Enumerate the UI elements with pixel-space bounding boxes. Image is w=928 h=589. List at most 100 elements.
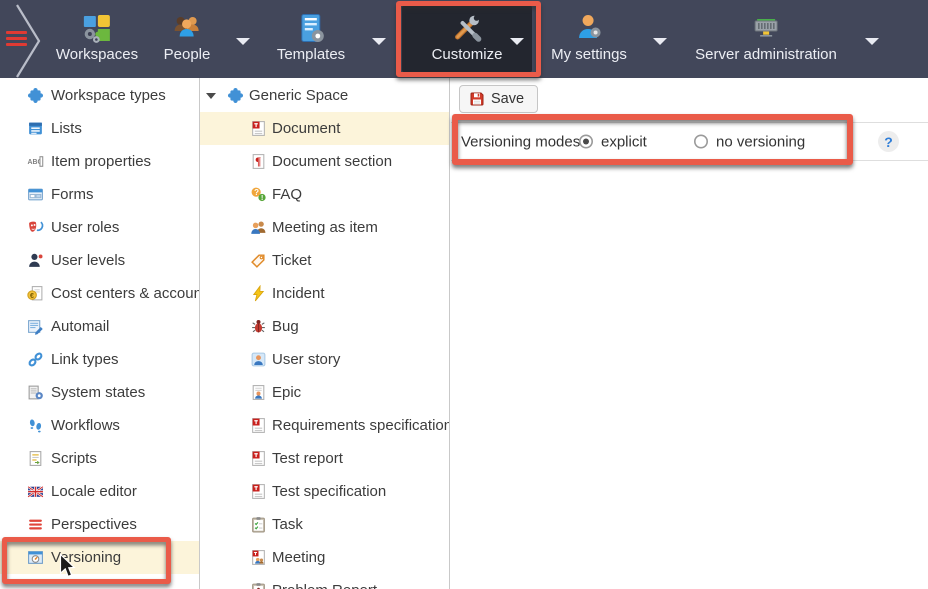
nav-item-templates[interactable]: Templates	[277, 0, 345, 78]
versioning-icon	[27, 549, 44, 566]
tree-item-label: Document section	[272, 153, 392, 170]
tree-collapse-arrow-icon[interactable]	[206, 93, 216, 99]
versioning-modes-label: Versioning modes:	[461, 133, 584, 150]
sidebar-item-locale-editor[interactable]: Locale editor	[0, 475, 199, 508]
meeting-icon	[250, 549, 267, 566]
sidebar-item-item-properties[interactable]: ABC Item properties	[0, 145, 199, 178]
sidebar-item-label: User levels	[51, 252, 125, 269]
sidebar-item-workspace-types[interactable]: Workspace types	[0, 79, 199, 112]
application-window: Workspaces People Templates Customize My set…	[0, 0, 928, 589]
locale-editor-icon	[27, 483, 44, 500]
tree-item-document[interactable]: Document	[200, 112, 449, 145]
radio-no-versioning[interactable]: no versioning	[693, 133, 805, 150]
tree-item-label: Problem Report	[272, 582, 377, 589]
tree-item-ticket[interactable]: Ticket	[200, 244, 449, 277]
sidebar-item-link-types[interactable]: Link types	[0, 343, 199, 376]
sidebar-item-label: Workflows	[51, 417, 120, 434]
ticket-icon	[250, 252, 267, 269]
sidebar-item-workflows[interactable]: Workflows	[0, 409, 199, 442]
epic-icon	[250, 384, 267, 401]
nav-item-my-settings[interactable]: My settings	[551, 0, 627, 78]
workflows-icon	[27, 417, 44, 434]
tree-item-label: Meeting	[272, 549, 325, 566]
system-states-icon	[27, 384, 44, 401]
sidebar-item-scripts[interactable]: Scripts	[0, 442, 199, 475]
people-icon	[171, 11, 203, 44]
radio-selected-icon	[578, 134, 594, 150]
tree-item-label: Meeting as item	[272, 219, 378, 236]
customize-icon	[451, 11, 483, 44]
tree-item-meeting[interactable]: Meeting	[200, 541, 449, 574]
tree-root-generic-space[interactable]: Generic Space	[200, 79, 449, 112]
nav-item-people[interactable]: People	[164, 0, 211, 78]
nav-item-server-administration[interactable]: Server administration	[695, 0, 837, 78]
sidebar-item-forms[interactable]: Forms	[0, 178, 199, 211]
dropdown-arrow-icon[interactable]	[865, 38, 879, 45]
sidebar-item-label: Perspectives	[51, 516, 137, 533]
tree-item-label: Incident	[272, 285, 325, 302]
dropdown-arrow-icon[interactable]	[510, 38, 524, 45]
content-panel: Save Versioning modes: ? explicit no vers…	[451, 78, 928, 589]
sidebar-item-cost-centers-account[interactable]: €Cost centers & account	[0, 277, 199, 310]
tree-item-bug[interactable]: Bug	[200, 310, 449, 343]
radio-explicit[interactable]: explicit	[578, 133, 647, 150]
incident-icon	[250, 285, 267, 302]
sidebar-item-user-roles[interactable]: User roles	[0, 211, 199, 244]
sidebar-item-label: Versioning	[51, 549, 121, 566]
sidebar-item-label: User roles	[51, 219, 119, 236]
tree-item-faq[interactable]: ?!FAQ	[200, 178, 449, 211]
help-icon[interactable]: ?	[878, 131, 899, 152]
server-administration-icon	[750, 11, 782, 44]
sidebar-item-lists[interactable]: Lists	[0, 112, 199, 145]
save-button[interactable]: Save	[459, 85, 538, 113]
save-button-label: Save	[491, 91, 524, 107]
dropdown-arrow-icon[interactable]	[372, 38, 386, 45]
tree-item-requirements-specification[interactable]: Requirements specification	[200, 409, 449, 442]
link-types-icon	[27, 351, 44, 368]
tree-item-meeting-as-item[interactable]: Meeting as item	[200, 211, 449, 244]
tree-item-task[interactable]: Task	[200, 508, 449, 541]
lists-icon	[27, 120, 44, 137]
item-properties-icon: ABC	[27, 153, 44, 170]
nav-item-label: Workspaces	[56, 46, 138, 63]
sidebar-item-user-levels[interactable]: User levels	[0, 244, 199, 277]
tree-item-epic[interactable]: Epic	[200, 376, 449, 409]
test-specification-icon	[250, 483, 267, 500]
svg-text:€: €	[30, 291, 34, 300]
nav-item-label: Server administration	[695, 46, 837, 63]
user-levels-icon	[27, 252, 44, 269]
svg-text:?: ?	[254, 188, 259, 197]
radio-label: explicit	[601, 133, 647, 150]
document-section-icon: ¶	[250, 153, 267, 170]
dropdown-arrow-icon[interactable]	[236, 38, 250, 45]
versioning-modes-row: Versioning modes: ? explicit no versionin…	[451, 122, 928, 161]
sidebar-item-automail[interactable]: Automail	[0, 310, 199, 343]
tree-item-incident[interactable]: Incident	[200, 277, 449, 310]
tree-root-label: Generic Space	[249, 87, 348, 104]
sidebar-item-label: Link types	[51, 351, 119, 368]
nav-item-customize[interactable]: Customize	[432, 0, 503, 78]
tree-item-label: Test specification	[272, 483, 386, 500]
tree-item-label: Task	[272, 516, 303, 533]
tree-item-test-specification[interactable]: Test specification	[200, 475, 449, 508]
tree-item-document-section[interactable]: ¶ Document section	[200, 145, 449, 178]
sidebar-item-system-states[interactable]: System states	[0, 376, 199, 409]
nav-item-label: Templates	[277, 46, 345, 63]
tree-item-test-report[interactable]: Test report	[200, 442, 449, 475]
tree-item-user-story[interactable]: User story	[200, 343, 449, 376]
sidebar-item-perspectives[interactable]: Perspectives	[0, 508, 199, 541]
chevron-right-icon[interactable]	[12, 2, 44, 78]
tree-item-label: Requirements specification	[272, 417, 449, 434]
tree-item-problem-report[interactable]: Problem Report	[200, 574, 449, 589]
save-icon	[469, 91, 485, 107]
admin-sidebar: Workspace typesLists ABC Item properties Fo…	[0, 78, 200, 589]
user-roles-icon	[27, 219, 44, 236]
templates-icon	[295, 11, 327, 44]
tree-item-label: Test report	[272, 450, 343, 467]
dropdown-arrow-icon[interactable]	[653, 38, 667, 45]
sidebar-item-label: Item properties	[51, 153, 151, 170]
scripts-icon	[27, 450, 44, 467]
sidebar-item-versioning[interactable]: Versioning	[0, 541, 199, 574]
nav-item-workspaces[interactable]: Workspaces	[56, 0, 138, 78]
svg-text:!: !	[261, 195, 263, 202]
